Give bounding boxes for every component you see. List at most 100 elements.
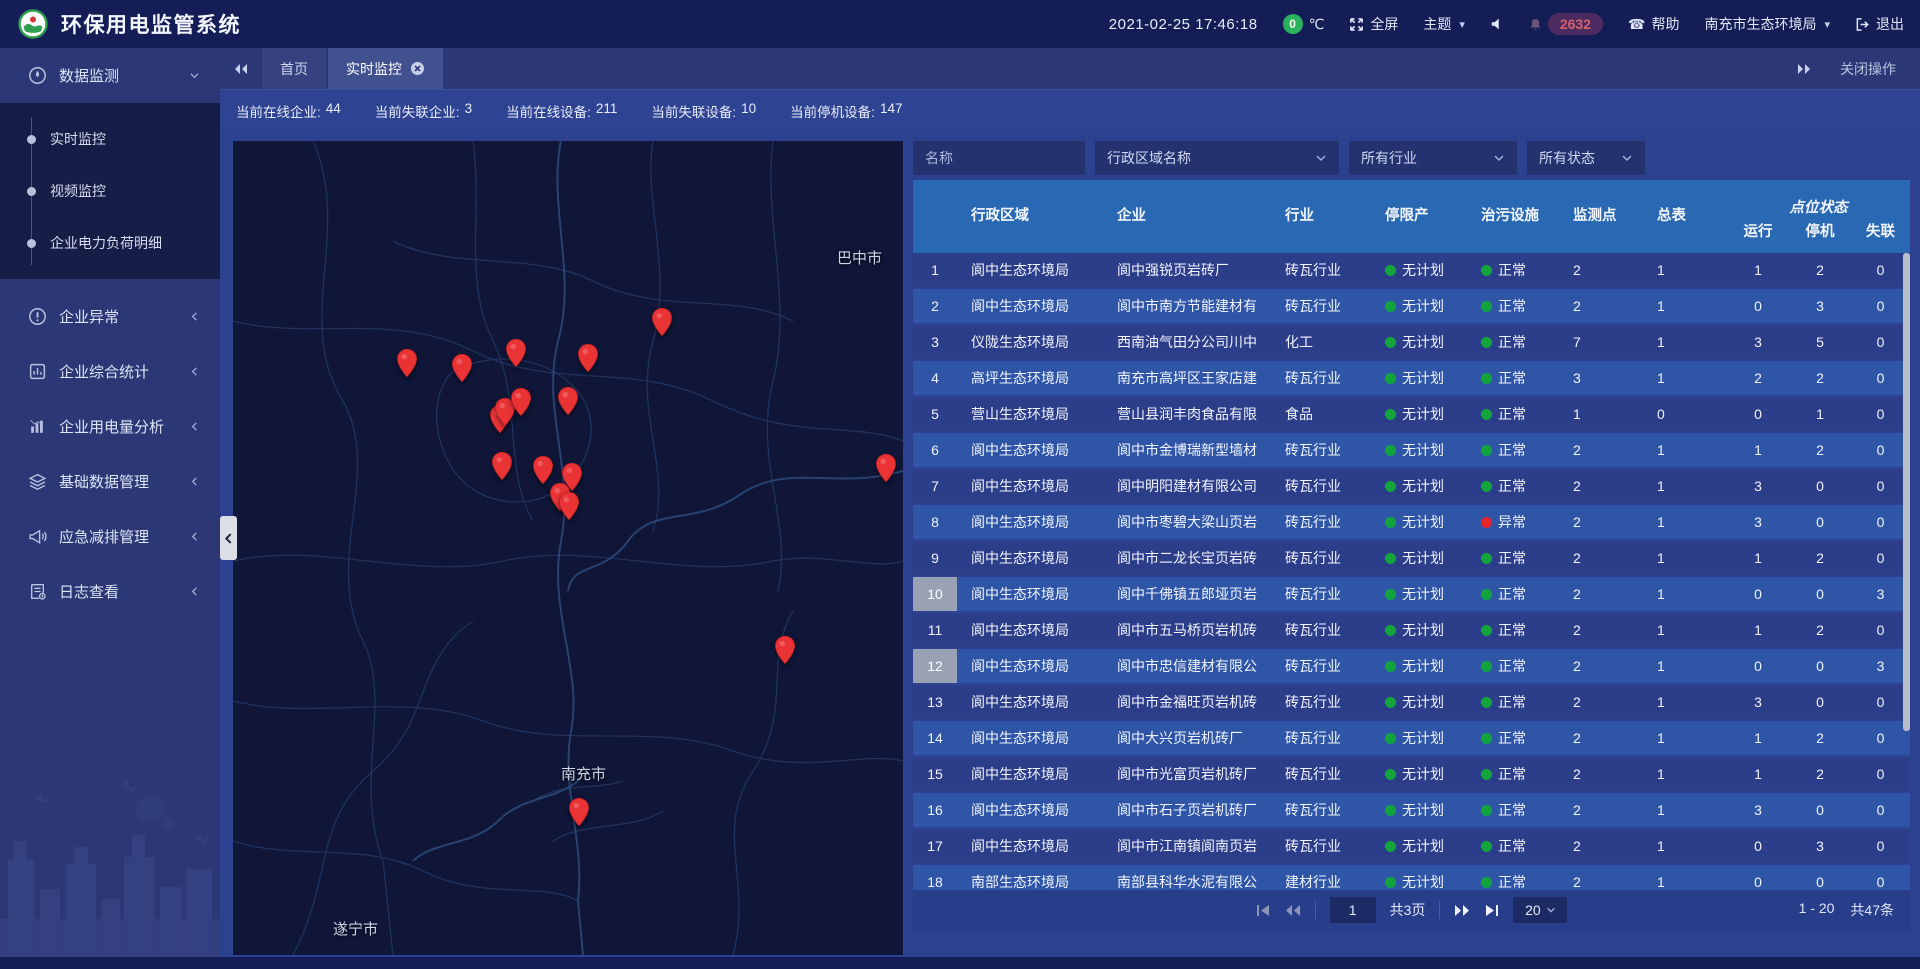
- offline-cell: 0: [1851, 262, 1910, 278]
- map-pin-icon[interactable]: [396, 348, 418, 378]
- previous-page-button[interactable]: [1285, 904, 1301, 917]
- sidebar-group-power-analysis[interactable]: 企业用电量分析: [0, 399, 220, 454]
- map-panel[interactable]: 巴中市 南充市 遂宁市: [233, 141, 903, 955]
- table-row[interactable]: 14 阆中生态环境局 阆中大兴页岩机砖厂 砖瓦行业 无计划 正常 2 1 1 2…: [913, 721, 1910, 757]
- monitor-points-cell: 2: [1559, 442, 1643, 458]
- close-operations-button[interactable]: 关闭操作: [1840, 59, 1896, 79]
- map-pin-icon[interactable]: [558, 491, 580, 521]
- status-dot-green: [1385, 409, 1396, 420]
- status-select[interactable]: 所有状态: [1527, 141, 1645, 175]
- table-row[interactable]: 1 阆中生态环境局 阆中强锐页岩砖厂 砖瓦行业 无计划 正常 2 1 1 2 0: [913, 253, 1910, 289]
- table-row[interactable]: 15 阆中生态环境局 阆中市光富页岩机砖厂 砖瓦行业 无计划 正常 2 1 1 …: [913, 757, 1910, 793]
- sidebar-item-realtime-monitor[interactable]: 实时监控: [0, 113, 220, 165]
- monitor-points-cell: 3: [1559, 370, 1643, 386]
- page-title: 环保用电监管系统: [61, 9, 241, 39]
- theme-dropdown[interactable]: 主题 ▾: [1423, 14, 1465, 34]
- map-pin-icon[interactable]: [557, 386, 579, 416]
- notification-area[interactable]: 2632: [1529, 13, 1603, 35]
- map-pin-icon[interactable]: [491, 451, 513, 481]
- monitor-panel: 行政区域名称 所有行业 所有状态 行政区域 企业 行业 停限产 治污设施 监测: [913, 141, 1910, 955]
- first-page-button[interactable]: [1256, 904, 1271, 917]
- sidebar-group-base-data[interactable]: 基础数据管理: [0, 454, 220, 509]
- fullscreen-icon: [1349, 17, 1364, 32]
- production-limit-cell: 无计划: [1371, 800, 1467, 820]
- status-dot-green: [1385, 589, 1396, 600]
- sidebar: 数据监测 实时监控 视频监控 企业电力负荷明细 企业异常: [0, 48, 220, 969]
- offline-cell: 0: [1851, 298, 1910, 314]
- industry-cell: 砖瓦行业: [1271, 620, 1371, 640]
- page-size-select[interactable]: 20: [1513, 897, 1567, 923]
- name-search-input[interactable]: [913, 141, 1085, 175]
- offline-cell: 3: [1851, 658, 1910, 674]
- row-number-cell: 6: [913, 433, 957, 467]
- last-page-button[interactable]: [1484, 904, 1499, 917]
- close-tab-icon[interactable]: [410, 61, 425, 76]
- table-row[interactable]: 10 阆中生态环境局 阆中千佛镇五郎垭页岩 砖瓦行业 无计划 正常 2 1 0 …: [913, 577, 1910, 613]
- offline-cell: 0: [1851, 730, 1910, 746]
- table-row[interactable]: 17 阆中生态环境局 阆中市江南镇阆南页岩 砖瓦行业 无计划 正常 2 1 0 …: [913, 829, 1910, 865]
- logout-button[interactable]: 退出: [1855, 14, 1904, 34]
- page-number-input[interactable]: 1: [1330, 897, 1376, 923]
- org-dropdown[interactable]: 南充市生态环境局 ▾: [1704, 14, 1830, 34]
- tab-home[interactable]: 首页: [262, 48, 326, 89]
- table-row[interactable]: 13 阆中生态环境局 阆中市金福旺页岩机砖 砖瓦行业 无计划 正常 2 1 3 …: [913, 685, 1910, 721]
- sidebar-group-data-monitoring[interactable]: 数据监测: [0, 48, 220, 103]
- monitor-points-cell: 2: [1559, 622, 1643, 638]
- company-cell: 阆中市忠信建材有限公: [1103, 656, 1271, 676]
- table-row[interactable]: 12 阆中生态环境局 阆中市忠信建材有限公 砖瓦行业 无计划 正常 2 1 0 …: [913, 649, 1910, 685]
- tab-realtime-monitor[interactable]: 实时监控: [328, 48, 443, 89]
- map-pin-icon[interactable]: [577, 343, 599, 373]
- map-pin-icon[interactable]: [451, 353, 473, 383]
- help-button[interactable]: ☎ 帮助: [1628, 14, 1679, 34]
- next-page-button[interactable]: [1454, 904, 1470, 917]
- sidebar-item-video-monitor[interactable]: 视频监控: [0, 165, 220, 217]
- stopped-cell: 2: [1789, 370, 1851, 386]
- total-meter-cell: 1: [1643, 694, 1727, 710]
- table-row[interactable]: 2 阆中生态环境局 阆中市南方节能建材有 砖瓦行业 无计划 正常 2 1 0 3…: [913, 289, 1910, 325]
- region-cell: 阆中生态环境局: [957, 584, 1103, 604]
- table-row[interactable]: 18 南部生态环境局 南部县科华水泥有限公 建材行业 无计划 正常 2 1 0 …: [913, 865, 1910, 890]
- fullscreen-button[interactable]: 全屏: [1349, 14, 1398, 34]
- facility-status-cell: 正常: [1467, 368, 1559, 388]
- offline-cell: 0: [1851, 514, 1910, 530]
- table-row[interactable]: 16 阆中生态环境局 阆中市石子页岩机砖厂 砖瓦行业 无计划 正常 2 1 3 …: [913, 793, 1910, 829]
- table-row[interactable]: 7 阆中生态环境局 阆中明阳建材有限公司 砖瓦行业 无计划 正常 2 1 3 0…: [913, 469, 1910, 505]
- region-cell: 阆中生态环境局: [957, 620, 1103, 640]
- datetime-display: 2021-02-25 17:46:18: [1109, 16, 1258, 33]
- sidebar-group-company-statistics[interactable]: 企业综合统计: [0, 344, 220, 399]
- map-pin-icon[interactable]: [651, 307, 673, 337]
- region-select[interactable]: 行政区域名称: [1095, 141, 1339, 175]
- sidebar-group-emergency-reduction[interactable]: 应急减排管理: [0, 509, 220, 564]
- stopped-cell: 2: [1789, 262, 1851, 278]
- map-pin-icon[interactable]: [505, 338, 527, 368]
- table-row[interactable]: 9 阆中生态环境局 阆中市二龙长宝页岩砖 砖瓦行业 无计划 正常 2 1 1 2…: [913, 541, 1910, 577]
- sidebar-item-power-load-detail[interactable]: 企业电力负荷明细: [0, 217, 220, 269]
- table-row[interactable]: 4 高坪生态环境局 南充市高坪区王家店建 砖瓦行业 无计划 正常 3 1 2 2…: [913, 361, 1910, 397]
- sidebar-group-label: 基础数据管理: [59, 471, 177, 492]
- tabs-scroll-right-button[interactable]: [1796, 63, 1812, 75]
- table-row[interactable]: 3 仪陇生态环境局 西南油气田分公司川中 化工 无计划 正常 7 1 3 5 0: [913, 325, 1910, 361]
- table-row[interactable]: 5 营山生态环境局 营山县润丰肉食品有限 食品 无计划 正常 1 0 0 1 0: [913, 397, 1910, 433]
- table-row[interactable]: 6 阆中生态环境局 阆中市金博瑞新型墙材 砖瓦行业 无计划 正常 2 1 1 2…: [913, 433, 1910, 469]
- table-row[interactable]: 8 阆中生态环境局 阆中市枣碧大梁山页岩 砖瓦行业 无计划 异常 2 1 3 0…: [913, 505, 1910, 541]
- sidebar-group-company-abnormal[interactable]: 企业异常: [0, 289, 220, 344]
- map-pin-icon[interactable]: [510, 387, 532, 417]
- table-row[interactable]: 11 阆中生态环境局 阆中市五马桥页岩机砖 砖瓦行业 无计划 正常 2 1 1 …: [913, 613, 1910, 649]
- sidebar-group-log-view[interactable]: 日志查看: [0, 564, 220, 619]
- map-pin-icon[interactable]: [875, 453, 897, 483]
- map-pin-icon[interactable]: [568, 797, 590, 827]
- col-offline: 失联: [1851, 219, 1910, 253]
- sidebar-group-label: 数据监测: [59, 65, 177, 86]
- chevron-left-icon: [189, 311, 200, 322]
- speaker-mute-icon[interactable]: [1490, 17, 1504, 31]
- map-pin-icon[interactable]: [774, 635, 796, 665]
- industry-select[interactable]: 所有行业: [1349, 141, 1517, 175]
- industry-cell: 化工: [1271, 332, 1371, 352]
- app-logo: [18, 9, 48, 39]
- running-cell: 0: [1727, 406, 1789, 422]
- status-select-value: 所有状态: [1539, 148, 1595, 168]
- map-pin-icon[interactable]: [532, 455, 554, 485]
- table-scrollbar[interactable]: [1903, 253, 1910, 731]
- sidebar-collapse-handle[interactable]: [220, 516, 237, 560]
- tabs-scroll-left-button[interactable]: [220, 48, 262, 89]
